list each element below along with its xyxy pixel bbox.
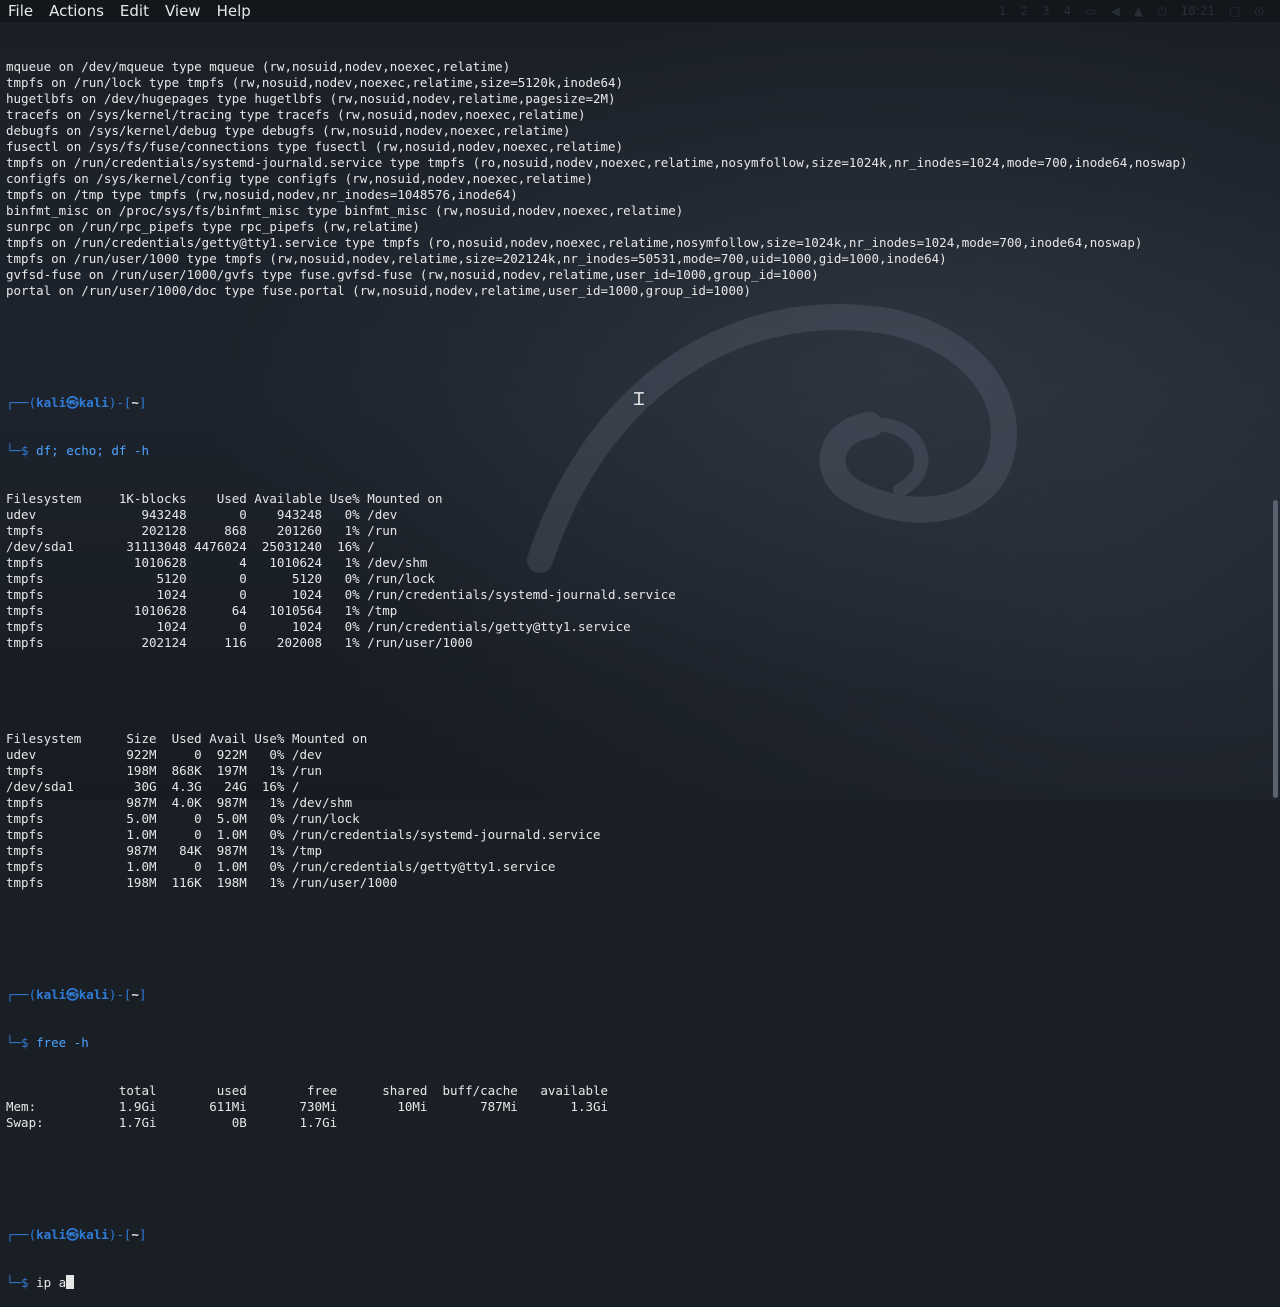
df-h-output: Filesystem Size Used Avail Use% Mounted …: [6, 731, 1266, 891]
clock[interactable]: 18:21: [1181, 4, 1216, 18]
df-h-line: Filesystem Size Used Avail Use% Mounted …: [6, 731, 368, 746]
power-icon[interactable]: ⏻: [1157, 4, 1167, 19]
text-cursor: [66, 1275, 75, 1289]
terminal-output[interactable]: mqueue on /dev/mqueue type mqueue (rw,no…: [6, 27, 1266, 1307]
mount-line: tracefs on /sys/kernel/tracing type trac…: [6, 107, 586, 122]
df-h-line: udev 922M 0 922M 0% /dev: [6, 747, 323, 762]
menu-edit[interactable]: Edit: [112, 0, 157, 22]
current-command-input: ip a: [36, 1275, 67, 1290]
df-h-line: tmpfs 198M 868K 197M 1% /run: [6, 763, 323, 778]
mount-line: tmpfs on /run/credentials/getty@tty1.ser…: [6, 235, 1143, 250]
df-h-line: tmpfs 987M 4.0K 987M 1% /dev/shm: [6, 795, 353, 810]
system-tray-faded: 1 2 3 4 ▭ ◀ ▲ ⏻ 18:21 ▢ ⏼: [999, 0, 1280, 22]
mount-line: binfmt_misc on /proc/sys/fs/binfmt_misc …: [6, 203, 684, 218]
free-line: Swap: 1.7Gi 0B 1.7Gi: [6, 1115, 338, 1130]
mount-line: sunrpc on /run/rpc_pipefs type rpc_pipef…: [6, 219, 420, 234]
df-h-line: tmpfs 1.0M 0 1.0M 0% /run/credentials/sy…: [6, 827, 601, 842]
workspace-4[interactable]: 4: [1064, 4, 1072, 18]
df-line: tmpfs 202128 868 201260 1% /run: [6, 523, 398, 538]
df-output: Filesystem 1K-blocks Used Available Use%…: [6, 491, 1266, 651]
prompt-line-3: ┌──(kali㉿kali)-[~]: [6, 1227, 147, 1242]
mount-line: tmpfs on /run/lock type tmpfs (rw,nosuid…: [6, 75, 624, 90]
command-line-2: └─$ free -h: [6, 1035, 89, 1050]
mount-output: mqueue on /dev/mqueue type mqueue (rw,no…: [6, 59, 1266, 299]
free-output: total used free shared buff/cache availa…: [6, 1083, 1266, 1131]
df-h-line: tmpfs 198M 116K 198M 1% /run/user/1000: [6, 875, 398, 890]
command-line-3[interactable]: └─$ ip a: [6, 1275, 1266, 1291]
menu-view[interactable]: View: [157, 0, 209, 22]
df-line: tmpfs 202124 116 202008 1% /run/user/100…: [6, 635, 473, 650]
mount-line: configfs on /sys/kernel/config type conf…: [6, 171, 593, 186]
mount-line: gvfsd-fuse on /run/user/1000/gvfs type f…: [6, 267, 819, 282]
df-line: /dev/sda1 31113048 4476024 25031240 16% …: [6, 539, 375, 554]
workspace-2[interactable]: 2: [1020, 4, 1028, 18]
mount-line: tmpfs on /tmp type tmpfs (rw,nosuid,node…: [6, 187, 518, 202]
prompt-line-2: ┌──(kali㉿kali)-[~]: [6, 987, 147, 1002]
workspace-3[interactable]: 3: [1042, 4, 1050, 18]
df-line: tmpfs 1024 0 1024 0% /run/credentials/ge…: [6, 619, 631, 634]
menu-help[interactable]: Help: [209, 0, 259, 22]
df-line: tmpfs 1010628 4 1010624 1% /dev/shm: [6, 555, 428, 570]
lock-icon[interactable]: ▢: [1229, 4, 1240, 18]
display-icon[interactable]: ▭: [1085, 4, 1096, 18]
df-line: tmpfs 1010628 64 1010564 1% /tmp: [6, 603, 398, 618]
notification-bell-icon[interactable]: ▲: [1134, 4, 1143, 18]
command-free: free -h: [36, 1035, 89, 1050]
volume-icon[interactable]: ◀: [1111, 4, 1120, 18]
df-line: udev 943248 0 943248 0% /dev: [6, 507, 398, 522]
df-line: Filesystem 1K-blocks Used Available Use%…: [6, 491, 443, 506]
mount-line: portal on /run/user/1000/doc type fuse.p…: [6, 283, 752, 298]
mount-line: tmpfs on /run/user/1000 type tmpfs (rw,n…: [6, 251, 947, 266]
command-line-1: └─$ df; echo; df -h: [6, 443, 149, 458]
df-h-line: tmpfs 1.0M 0 1.0M 0% /run/credentials/ge…: [6, 859, 556, 874]
mouse-ibeam-cursor: Ɪ: [634, 389, 645, 410]
mount-line: fusectl on /sys/fs/fuse/connections type…: [6, 139, 624, 154]
mount-line: tmpfs on /run/credentials/systemd-journa…: [6, 155, 1188, 170]
mount-line: hugetlbfs on /dev/hugepages type hugetlb…: [6, 91, 616, 106]
df-h-line: /dev/sda1 30G 4.3G 24G 16% /: [6, 779, 300, 794]
mount-line: debugfs on /sys/kernel/debug type debugf…: [6, 123, 571, 138]
workspace-1[interactable]: 1: [999, 4, 1007, 18]
menu-file[interactable]: File: [0, 0, 41, 22]
command-df: df; echo; df -h: [36, 443, 149, 458]
df-line: tmpfs 5120 0 5120 0% /run/lock: [6, 571, 435, 586]
df-h-line: tmpfs 5.0M 0 5.0M 0% /run/lock: [6, 811, 360, 826]
df-h-line: tmpfs 987M 84K 987M 1% /tmp: [6, 843, 323, 858]
menu-actions[interactable]: Actions: [41, 0, 112, 22]
df-line: tmpfs 1024 0 1024 0% /run/credentials/sy…: [6, 587, 676, 602]
logout-icon[interactable]: ⏼: [1255, 4, 1265, 19]
mount-line: mqueue on /dev/mqueue type mqueue (rw,no…: [6, 59, 511, 74]
terminal-scrollbar[interactable]: [1273, 500, 1278, 798]
free-line: Mem: 1.9Gi 611Mi 730Mi 10Mi 787Mi 1.3Gi: [6, 1099, 609, 1114]
free-line: total used free shared buff/cache availa…: [6, 1083, 609, 1098]
